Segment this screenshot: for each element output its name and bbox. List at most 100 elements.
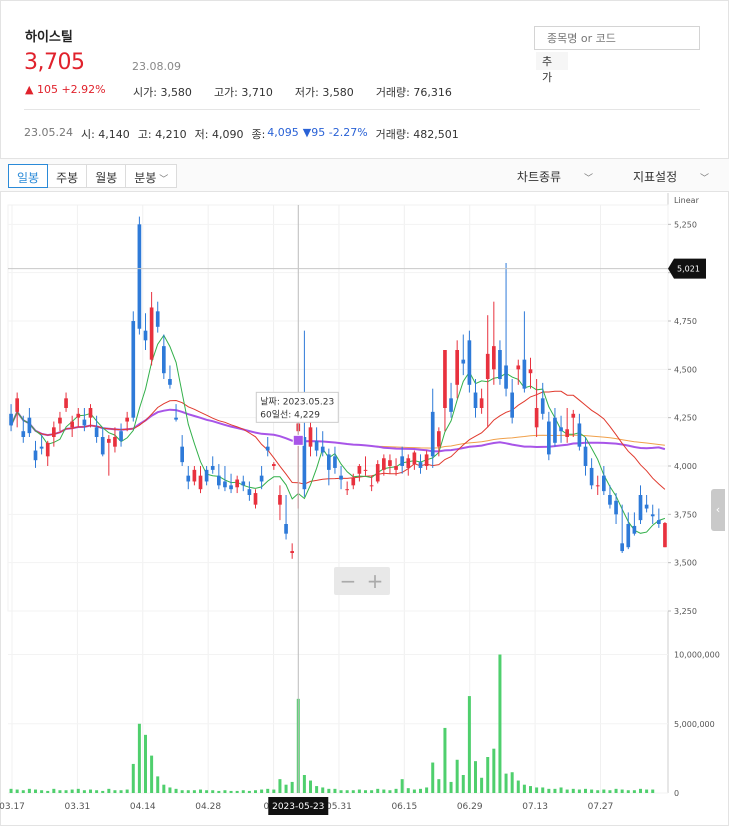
candle-body [290, 551, 294, 553]
candle-body [241, 481, 246, 486]
volume-bar [510, 772, 514, 793]
chart-type-menu[interactable]: 차트종류 ﹀ [497, 168, 593, 185]
candle-body [626, 524, 631, 548]
volume-bar [394, 788, 398, 793]
volume-bar [565, 789, 569, 793]
volume-bar [144, 734, 147, 793]
volume-bar [553, 788, 557, 793]
quote-date: 23.08.09 [132, 60, 181, 73]
zoom-control[interactable]: − + [334, 567, 390, 595]
hist-high: 고: 4,210 [137, 128, 187, 141]
volume-bar [437, 779, 441, 793]
candle-body [369, 485, 374, 487]
volume-bar [260, 789, 264, 793]
zoom-in-icon[interactable]: + [367, 569, 384, 593]
candle-body [64, 398, 68, 408]
volume-bar [223, 790, 227, 793]
volume-bar [309, 780, 312, 793]
volume-bar [608, 790, 612, 793]
volume-bar [504, 773, 508, 793]
search-input[interactable] [534, 26, 700, 50]
candle-body [333, 456, 337, 468]
ma60-marker [292, 434, 304, 446]
candle-body [485, 353, 490, 379]
crosshair-price-label: 5,021 [677, 265, 700, 274]
candle-body [388, 460, 392, 466]
volume-bar [571, 788, 575, 793]
volume-bar [205, 790, 209, 793]
candle-body [455, 350, 459, 385]
y-tick-label: 4,000 [674, 462, 697, 471]
price-chart[interactable]: 03.1703.3104.1404.2805.105.3106.1506.290… [0, 193, 729, 826]
candle-body [235, 479, 239, 488]
volume-bar [217, 790, 221, 793]
divider [24, 109, 700, 110]
candle-body [278, 495, 282, 505]
candle-body [9, 413, 13, 426]
y-tick-label: 3,500 [674, 559, 697, 568]
volume-bar [339, 790, 343, 793]
candle-body [58, 417, 62, 424]
volume-bar [559, 787, 563, 793]
volume-bar [174, 788, 178, 793]
stat-open: 시가: 3,580 [133, 86, 192, 99]
volume-bar [266, 788, 270, 793]
volume-bar [522, 784, 526, 793]
x-tick-label: 03.17 [0, 802, 25, 812]
candle-body [614, 500, 618, 515]
candle-body [272, 464, 276, 466]
candle-body [528, 369, 533, 374]
chart-options: 차트종류 ﹀ 지표설정 ﹀ [477, 168, 709, 185]
volume-bar [498, 654, 502, 793]
candle-body [308, 427, 313, 447]
y-tick-label: 3,750 [674, 510, 697, 519]
tab-minute[interactable]: 분봉 ﹀ [125, 164, 178, 188]
candle-body [430, 411, 435, 457]
side-panel-toggle[interactable]: ‹ [711, 489, 725, 531]
candle-body [327, 454, 331, 470]
volume-bar [345, 790, 349, 793]
indicator-menu[interactable]: 지표설정 ﹀ [613, 168, 709, 185]
volume-bar [241, 790, 245, 793]
candle-body [223, 481, 227, 488]
volume-bar [278, 779, 282, 793]
add-button[interactable]: 추가 [536, 52, 568, 84]
tab-weekly[interactable]: 주봉 [47, 164, 88, 188]
candle-body [424, 454, 429, 466]
chevron-down-icon: ﹀ [156, 175, 169, 185]
candle-body [553, 417, 557, 443]
tooltip-ma60: 60일선: 4,229 [260, 409, 320, 420]
crosshair-date-label: 2023-05-23 [272, 802, 324, 812]
candle-body [492, 346, 496, 370]
candle-body [657, 520, 661, 524]
candle-body [314, 440, 319, 451]
candle-body [52, 427, 56, 437]
x-tick-label: 06.29 [457, 802, 483, 812]
candle-body [498, 350, 502, 379]
zoom-out-icon[interactable]: − [340, 569, 357, 593]
candle-body [522, 359, 527, 389]
candle-body [320, 446, 325, 453]
volume-bar [113, 790, 117, 793]
candle-body [94, 427, 99, 437]
candle-body [406, 458, 411, 468]
volume-bar [486, 757, 490, 793]
tab-monthly[interactable]: 월봉 [86, 164, 127, 188]
candle-body [400, 456, 404, 466]
hist-open: 시: 4,140 [80, 128, 130, 141]
stock-name: 하이스틸 [25, 30, 73, 45]
volume-bar [596, 790, 600, 793]
candle-body [229, 485, 233, 490]
volume-bar [431, 762, 435, 793]
candle-body [131, 321, 136, 418]
volume-bar [547, 788, 551, 793]
candle-body [162, 346, 166, 374]
candle-body [137, 224, 142, 329]
candle-body [76, 413, 81, 418]
volume-bar [357, 789, 361, 793]
chevron-left-icon: ‹ [715, 503, 721, 516]
volume-bar [351, 790, 355, 793]
volume-bar [180, 790, 184, 793]
x-tick-label: 04.14 [130, 802, 156, 812]
tab-daily[interactable]: 일봉 [8, 164, 49, 188]
